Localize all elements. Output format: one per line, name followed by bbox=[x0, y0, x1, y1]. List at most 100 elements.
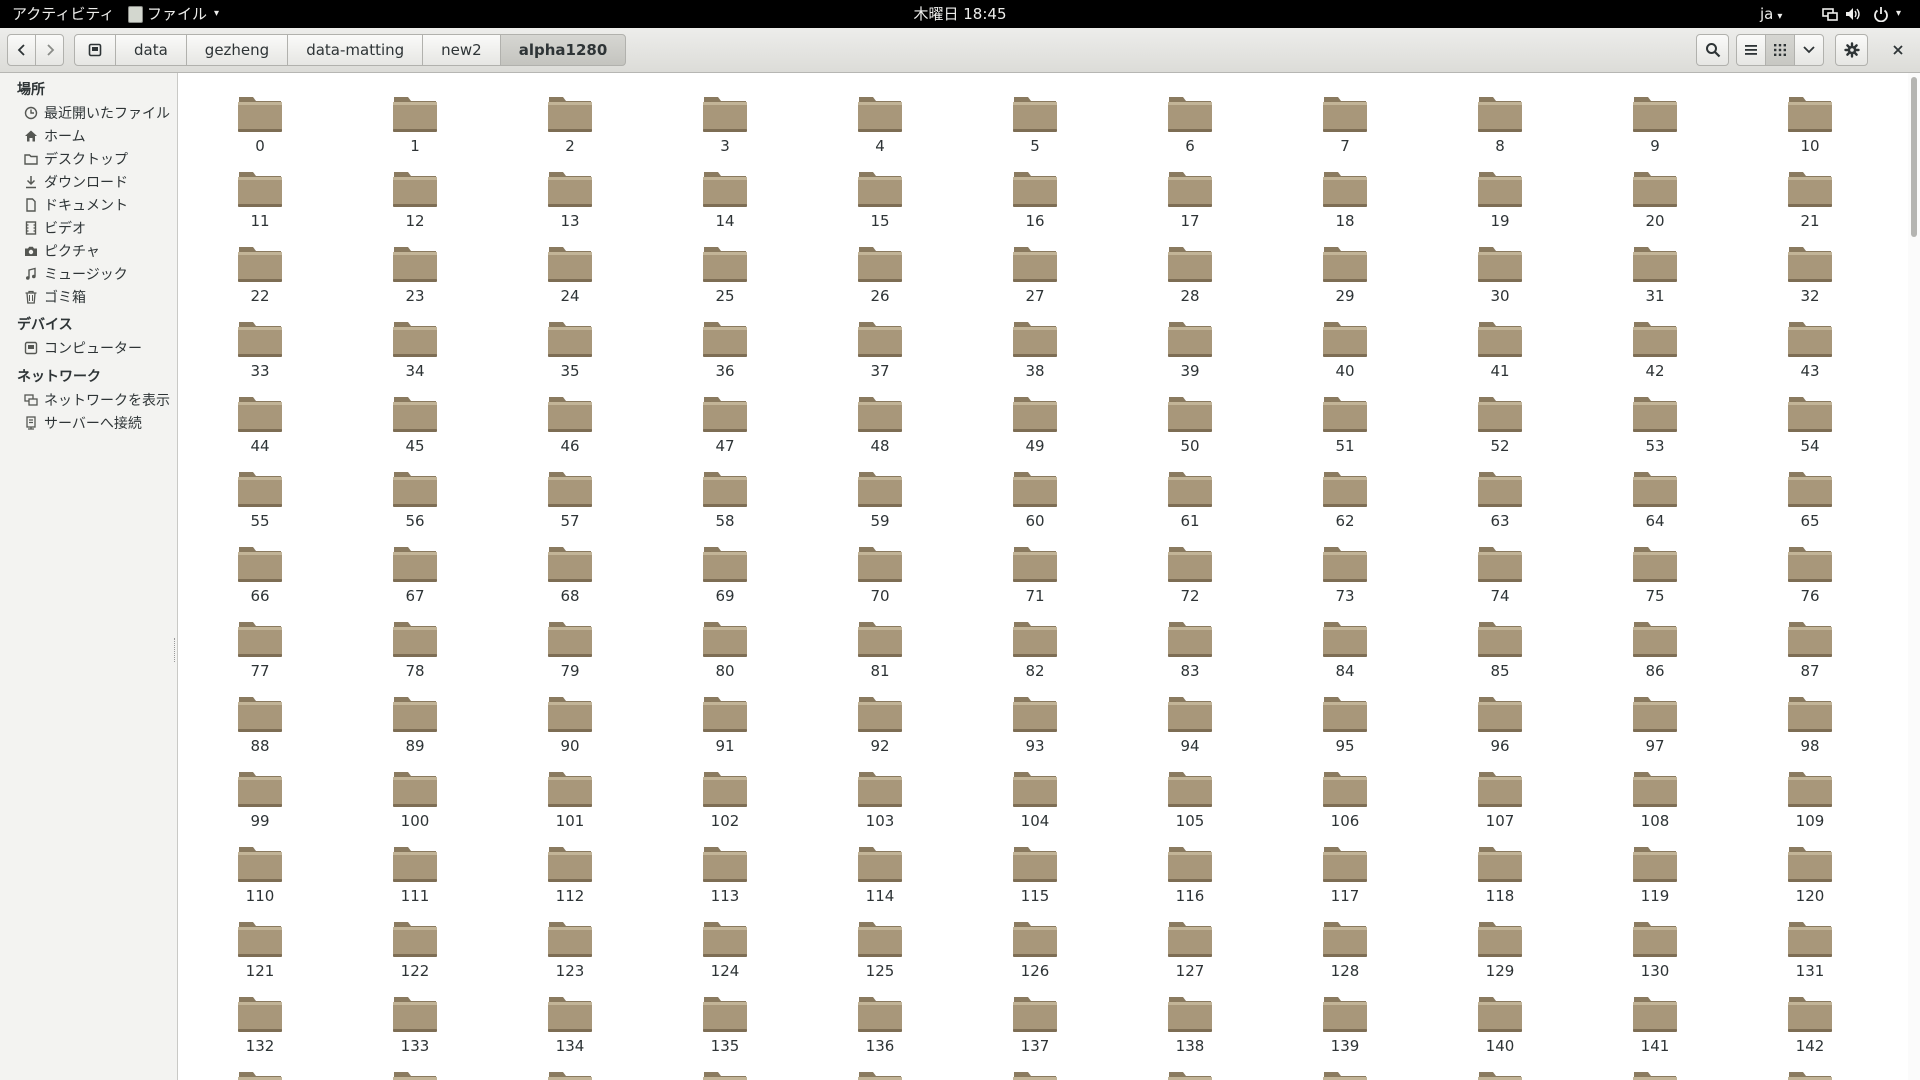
folder-item[interactable]: 27 bbox=[975, 233, 1095, 307]
sidebar-item-computer[interactable]: コンピューター bbox=[24, 337, 142, 359]
folder-item[interactable]: 148 bbox=[975, 1058, 1095, 1080]
input-language-indicator[interactable]: ja ▾ bbox=[1760, 0, 1782, 28]
folder-item[interactable]: 93 bbox=[975, 683, 1095, 757]
folder-item[interactable]: 31 bbox=[1595, 233, 1715, 307]
folder-item[interactable]: 66 bbox=[200, 533, 320, 607]
folder-item[interactable]: 77 bbox=[200, 608, 320, 682]
folder-item[interactable]: 136 bbox=[820, 983, 940, 1057]
folder-item[interactable]: 33 bbox=[200, 308, 320, 382]
folder-item[interactable]: 61 bbox=[1130, 458, 1250, 532]
folder-item[interactable]: 127 bbox=[1130, 908, 1250, 982]
folder-item[interactable]: 102 bbox=[665, 758, 785, 832]
list-view-button[interactable] bbox=[1736, 34, 1766, 66]
sidebar-item-downloads[interactable]: ダウンロード bbox=[24, 171, 128, 193]
folder-item[interactable]: 44 bbox=[200, 383, 320, 457]
folder-item[interactable]: 94 bbox=[1130, 683, 1250, 757]
folder-item[interactable]: 19 bbox=[1440, 158, 1560, 232]
folder-item[interactable]: 20 bbox=[1595, 158, 1715, 232]
folder-item[interactable]: 32 bbox=[1750, 233, 1870, 307]
sidebar-item-pictures[interactable]: ピクチャ bbox=[24, 240, 100, 262]
folder-item[interactable]: 24 bbox=[510, 233, 630, 307]
folder-item[interactable]: 145 bbox=[510, 1058, 630, 1080]
folder-item[interactable]: 64 bbox=[1595, 458, 1715, 532]
folder-item[interactable]: 5 bbox=[975, 83, 1095, 157]
folder-item[interactable]: 74 bbox=[1440, 533, 1560, 607]
sidebar-item-home[interactable]: ホーム bbox=[24, 125, 86, 147]
folder-item[interactable]: 25 bbox=[665, 233, 785, 307]
folder-item[interactable]: 6 bbox=[1130, 83, 1250, 157]
folder-item[interactable]: 11 bbox=[200, 158, 320, 232]
folder-item[interactable]: 17 bbox=[1130, 158, 1250, 232]
folder-item[interactable]: 126 bbox=[975, 908, 1095, 982]
folder-item[interactable]: 109 bbox=[1750, 758, 1870, 832]
folder-item[interactable]: 13 bbox=[510, 158, 630, 232]
folder-item[interactable]: 106 bbox=[1285, 758, 1405, 832]
folder-item[interactable]: 150 bbox=[1285, 1058, 1405, 1080]
folder-item[interactable]: 107 bbox=[1440, 758, 1560, 832]
folder-item[interactable]: 138 bbox=[1130, 983, 1250, 1057]
folder-item[interactable]: 122 bbox=[355, 908, 475, 982]
folder-item[interactable]: 104 bbox=[975, 758, 1095, 832]
folder-item[interactable]: 71 bbox=[975, 533, 1095, 607]
power-icon[interactable] bbox=[1873, 6, 1889, 22]
folder-item[interactable]: 82 bbox=[975, 608, 1095, 682]
activities-button[interactable]: アクティビティ bbox=[12, 0, 114, 28]
folder-item[interactable]: 2 bbox=[510, 83, 630, 157]
folder-item[interactable]: 54 bbox=[1750, 383, 1870, 457]
folder-item[interactable]: 1 bbox=[355, 83, 475, 157]
scrollbar-thumb[interactable] bbox=[1911, 77, 1917, 237]
folder-item[interactable]: 55 bbox=[200, 458, 320, 532]
folder-item[interactable]: 57 bbox=[510, 458, 630, 532]
folder-item[interactable]: 53 bbox=[1595, 383, 1715, 457]
folder-item[interactable]: 16 bbox=[975, 158, 1095, 232]
sidebar-item-documents[interactable]: ドキュメント bbox=[24, 194, 128, 216]
folder-item[interactable]: 48 bbox=[820, 383, 940, 457]
folder-item[interactable]: 144 bbox=[355, 1058, 475, 1080]
vertical-scrollbar[interactable] bbox=[1908, 73, 1920, 1080]
folder-item[interactable]: 117 bbox=[1285, 833, 1405, 907]
folder-item[interactable]: 30 bbox=[1440, 233, 1560, 307]
folder-item[interactable]: 21 bbox=[1750, 158, 1870, 232]
folder-item[interactable]: 140 bbox=[1440, 983, 1560, 1057]
folder-item[interactable]: 4 bbox=[820, 83, 940, 157]
folder-item[interactable]: 132 bbox=[200, 983, 320, 1057]
folder-item[interactable]: 29 bbox=[1285, 233, 1405, 307]
folder-item[interactable]: 49 bbox=[975, 383, 1095, 457]
folder-item[interactable]: 87 bbox=[1750, 608, 1870, 682]
folder-item[interactable]: 118 bbox=[1440, 833, 1560, 907]
folder-item[interactable]: 134 bbox=[510, 983, 630, 1057]
folder-item[interactable]: 139 bbox=[1285, 983, 1405, 1057]
folder-item[interactable]: 18 bbox=[1285, 158, 1405, 232]
clock[interactable]: 木曜日 18:45 bbox=[914, 5, 1007, 23]
folder-item[interactable]: 153 bbox=[1750, 1058, 1870, 1080]
folder-item[interactable]: 131 bbox=[1750, 908, 1870, 982]
folder-item[interactable]: 101 bbox=[510, 758, 630, 832]
sidebar-item-recent[interactable]: 最近開いたファイル bbox=[24, 102, 170, 124]
folder-item[interactable]: 81 bbox=[820, 608, 940, 682]
folder-item[interactable]: 72 bbox=[1130, 533, 1250, 607]
folder-item[interactable]: 42 bbox=[1595, 308, 1715, 382]
folder-item[interactable]: 111 bbox=[355, 833, 475, 907]
folder-item[interactable]: 83 bbox=[1130, 608, 1250, 682]
folder-item[interactable]: 119 bbox=[1595, 833, 1715, 907]
sidebar-item-videos[interactable]: ビデオ bbox=[24, 217, 86, 239]
folder-item[interactable]: 51 bbox=[1285, 383, 1405, 457]
folder-item[interactable]: 58 bbox=[665, 458, 785, 532]
folder-item[interactable]: 70 bbox=[820, 533, 940, 607]
network-status-icon[interactable] bbox=[1822, 6, 1838, 22]
folder-item[interactable]: 116 bbox=[1130, 833, 1250, 907]
folder-item[interactable]: 63 bbox=[1440, 458, 1560, 532]
folder-item[interactable]: 75 bbox=[1595, 533, 1715, 607]
folder-item[interactable]: 129 bbox=[1440, 908, 1560, 982]
folder-item[interactable]: 3 bbox=[665, 83, 785, 157]
folder-item[interactable]: 115 bbox=[975, 833, 1095, 907]
folder-item[interactable]: 9 bbox=[1595, 83, 1715, 157]
app-menu[interactable]: ファイル ▾ bbox=[128, 0, 219, 28]
folder-item[interactable]: 12 bbox=[355, 158, 475, 232]
folder-item[interactable]: 80 bbox=[665, 608, 785, 682]
folder-item[interactable]: 39 bbox=[1130, 308, 1250, 382]
folder-item[interactable]: 52 bbox=[1440, 383, 1560, 457]
folder-item[interactable]: 7 bbox=[1285, 83, 1405, 157]
folder-item[interactable]: 113 bbox=[665, 833, 785, 907]
folder-item[interactable]: 14 bbox=[665, 158, 785, 232]
